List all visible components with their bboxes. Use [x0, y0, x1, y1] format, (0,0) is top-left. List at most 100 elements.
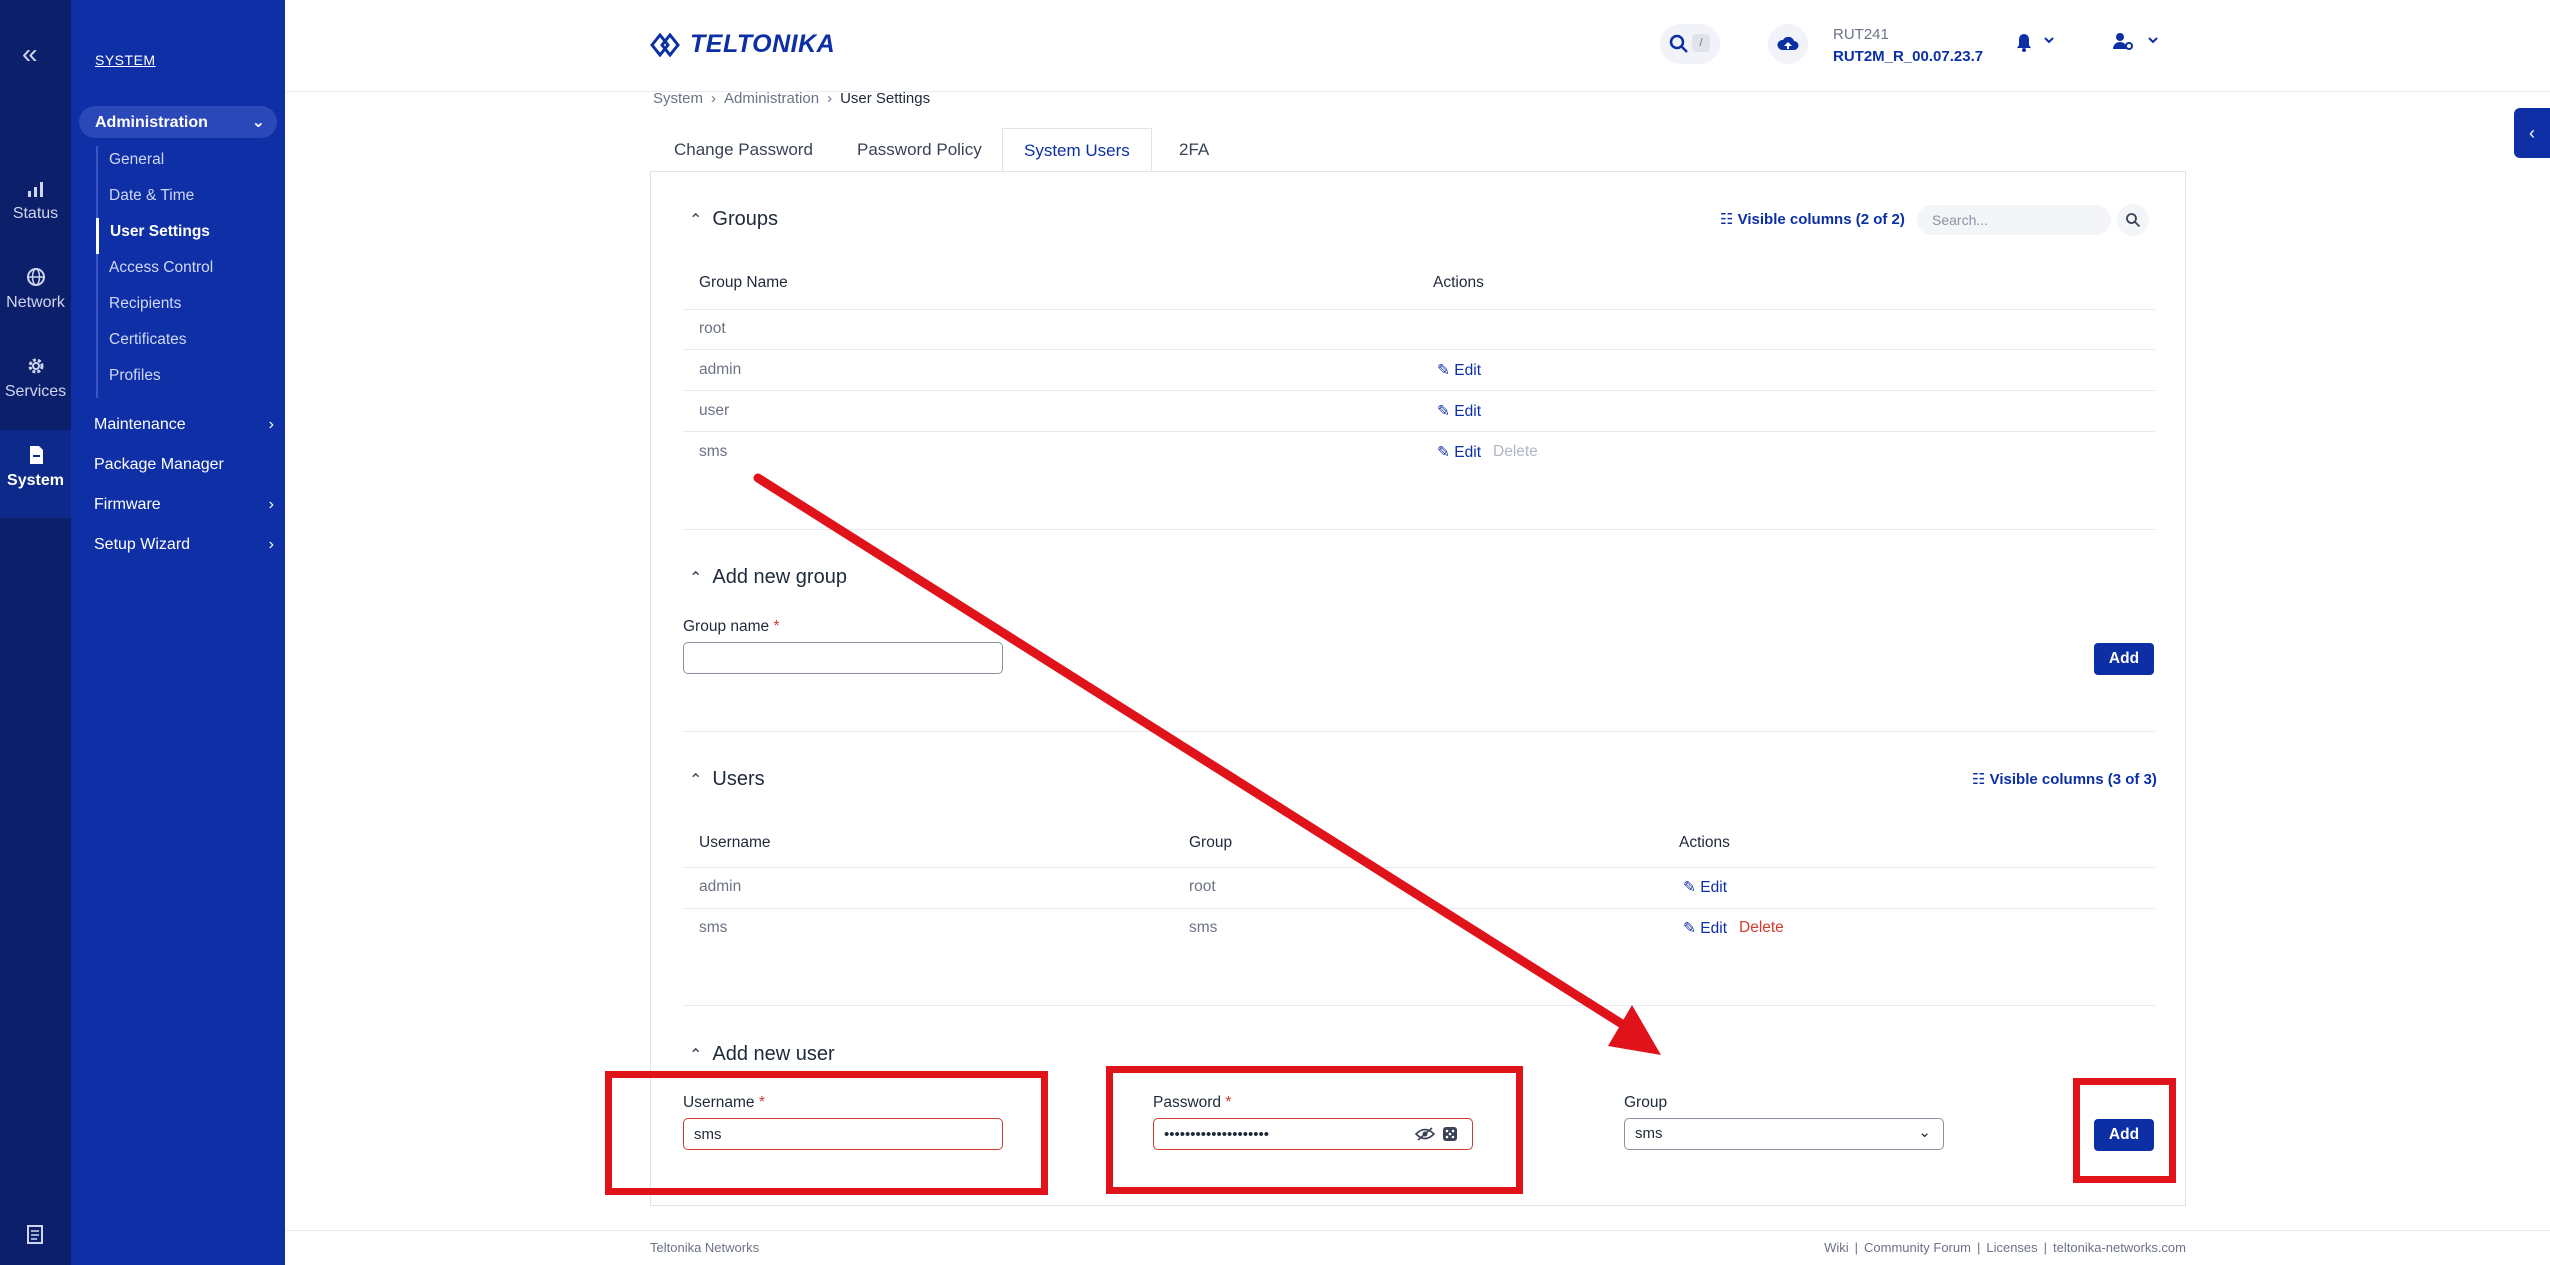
- side-panel-toggle[interactable]: ‹: [2514, 108, 2550, 158]
- tab-2fa[interactable]: 2FA: [1158, 128, 1230, 172]
- group-edit-label: Edit: [1454, 403, 1482, 420]
- user-row-group: root: [1189, 878, 1216, 895]
- cloud-upload-button[interactable]: [1768, 24, 1808, 64]
- system-doc-icon: [29, 446, 43, 464]
- group-select[interactable]: sms ⌄: [1624, 1118, 1944, 1150]
- user-menu[interactable]: [2111, 28, 2163, 63]
- tab-system-users[interactable]: System Users: [1002, 128, 1152, 172]
- nav-group-administration[interactable]: Administration ⌄: [79, 106, 277, 138]
- users-visible-columns[interactable]: ☷ Visible columns (3 of 3): [1972, 770, 2157, 788]
- rail-item-services[interactable]: Services: [0, 341, 71, 429]
- groups-search-input[interactable]: Search...: [1917, 205, 2111, 235]
- nav-group-label: Administration: [95, 114, 208, 131]
- nav-subitem-date-time[interactable]: Date & Time: [98, 182, 276, 218]
- divider: [683, 867, 2155, 868]
- user-edit-label: Edit: [1700, 879, 1728, 896]
- breadcrumb-administration[interactable]: Administration: [724, 90, 819, 107]
- search-icon: [2126, 213, 2141, 228]
- tab-password-policy[interactable]: Password Policy: [836, 128, 1003, 172]
- group-row-name: root: [699, 320, 726, 337]
- nav-item-package-manager[interactable]: Package Manager: [94, 456, 274, 474]
- footer-separator: |: [1854, 1240, 1859, 1255]
- footer-link-website[interactable]: teltonika-networks.com: [2053, 1240, 2186, 1255]
- bell-icon: [2017, 34, 2054, 52]
- section-divider: [683, 1005, 2155, 1006]
- tab-change-password[interactable]: Change Password: [653, 128, 834, 172]
- icon-rail: « Status Network Services System: [0, 0, 71, 1265]
- add-user-section-toggle[interactable]: ⌃ Add new user: [689, 1043, 835, 1066]
- footer-divider: [285, 1230, 2550, 1231]
- user-edit-link[interactable]: ✎ Edit: [1683, 878, 1727, 897]
- chevron-left-icon: ‹: [2529, 123, 2535, 143]
- group-edit-link[interactable]: ✎ Edit: [1437, 443, 1481, 462]
- log-document-icon[interactable]: [24, 1223, 46, 1245]
- pencil-icon: ✎: [1437, 444, 1455, 461]
- search-shortcut-key: /: [1692, 34, 1710, 52]
- groups-section-toggle[interactable]: ⌃ Groups: [689, 208, 778, 231]
- required-mark: *: [773, 618, 780, 635]
- add-group-button[interactable]: Add: [2094, 643, 2154, 675]
- chevron-right-icon: ›: [268, 416, 274, 433]
- group-edit-link[interactable]: ✎ Edit: [1437, 402, 1481, 421]
- user-gear-icon: [2113, 33, 2158, 50]
- groups-search-placeholder: Search...: [1932, 212, 1989, 228]
- user-delete-link[interactable]: Delete: [1739, 919, 1784, 937]
- firmware-version[interactable]: RUT2M_R_00.07.23.7: [1833, 46, 1983, 68]
- groups-visible-columns-label: Visible columns (2 of 2): [1737, 211, 1905, 228]
- users-title: Users: [712, 768, 765, 790]
- nav-subitem-certificates[interactable]: Certificates: [98, 326, 276, 362]
- nav-item-firmware[interactable]: Firmware ›: [94, 496, 274, 514]
- rail-item-system[interactable]: System: [0, 430, 71, 518]
- users-visible-columns-label: Visible columns (3 of 3): [1989, 771, 2157, 788]
- pencil-icon: ✎: [1683, 920, 1701, 937]
- footer-link-wiki[interactable]: Wiki: [1824, 1240, 1849, 1255]
- notifications-menu[interactable]: [2013, 28, 2057, 63]
- breadcrumb-system[interactable]: System: [653, 90, 703, 107]
- group-edit-label: Edit: [1454, 444, 1482, 461]
- breadcrumb-separator-icon: ›: [711, 90, 717, 107]
- add-group-title: Add new group: [712, 566, 847, 588]
- nav-item-maintenance[interactable]: Maintenance ›: [94, 416, 274, 434]
- users-col-group: Group: [1189, 834, 1233, 851]
- footer-link-licenses[interactable]: Licenses: [1986, 1240, 2037, 1255]
- nav-item-label: Firmware: [94, 496, 161, 513]
- logo-mark-icon: [650, 32, 680, 58]
- group-label: Group: [1624, 1094, 1667, 1112]
- group-edit-link[interactable]: ✎ Edit: [1437, 361, 1481, 380]
- side-navigation: SYSTEM Administration ⌄ General Date & T…: [71, 0, 285, 1265]
- rail-item-status[interactable]: Status: [0, 163, 71, 251]
- group-edit-label: Edit: [1454, 362, 1482, 379]
- user-row-username: admin: [699, 878, 742, 895]
- nav-subitem-profiles[interactable]: Profiles: [98, 362, 276, 398]
- groups-col-actions: Actions: [1433, 274, 1484, 291]
- nav-item-setup-wizard[interactable]: Setup Wizard ›: [94, 536, 274, 554]
- device-model: RUT241: [1833, 26, 1889, 43]
- nav-section-title: SYSTEM: [95, 52, 156, 68]
- group-name-label: Group name *: [683, 618, 780, 636]
- nav-subitem-access-control[interactable]: Access Control: [98, 254, 276, 290]
- pencil-icon: ✎: [1437, 362, 1455, 379]
- nav-item-label: Package Manager: [94, 456, 224, 473]
- nav-subitem-recipients[interactable]: Recipients: [98, 290, 276, 326]
- columns-icon: ☷: [1720, 211, 1738, 228]
- rail-item-network[interactable]: Network: [0, 252, 71, 340]
- groups-search-button[interactable]: [2117, 204, 2149, 236]
- breadcrumb-separator-icon: ›: [827, 90, 833, 107]
- nav-subitem-general[interactable]: General: [98, 146, 276, 182]
- groups-visible-columns[interactable]: ☷ Visible columns (2 of 2): [1720, 210, 1905, 228]
- nav-subitem-user-settings[interactable]: User Settings: [96, 218, 276, 254]
- users-section-toggle[interactable]: ⌃ Users: [689, 768, 765, 791]
- device-info: RUT241 RUT2M_R_00.07.23.7: [1833, 24, 1983, 68]
- group-name-input[interactable]: [683, 642, 1003, 674]
- chevron-right-icon: ›: [268, 536, 274, 553]
- breadcrumb-current: User Settings: [840, 90, 931, 107]
- groups-col-name: Group Name: [699, 274, 788, 291]
- collapse-menu-icon[interactable]: «: [22, 38, 38, 70]
- footer-link-community[interactable]: Community Forum: [1864, 1240, 1971, 1255]
- global-search-button[interactable]: /: [1660, 24, 1720, 64]
- teltonika-logo[interactable]: TELTONIKA: [650, 30, 835, 59]
- user-edit-link[interactable]: ✎ Edit: [1683, 919, 1727, 938]
- add-group-section-toggle[interactable]: ⌃ Add new group: [689, 566, 847, 589]
- group-name-label-text: Group name: [683, 618, 770, 635]
- chevron-up-icon: ⌃: [689, 212, 703, 229]
